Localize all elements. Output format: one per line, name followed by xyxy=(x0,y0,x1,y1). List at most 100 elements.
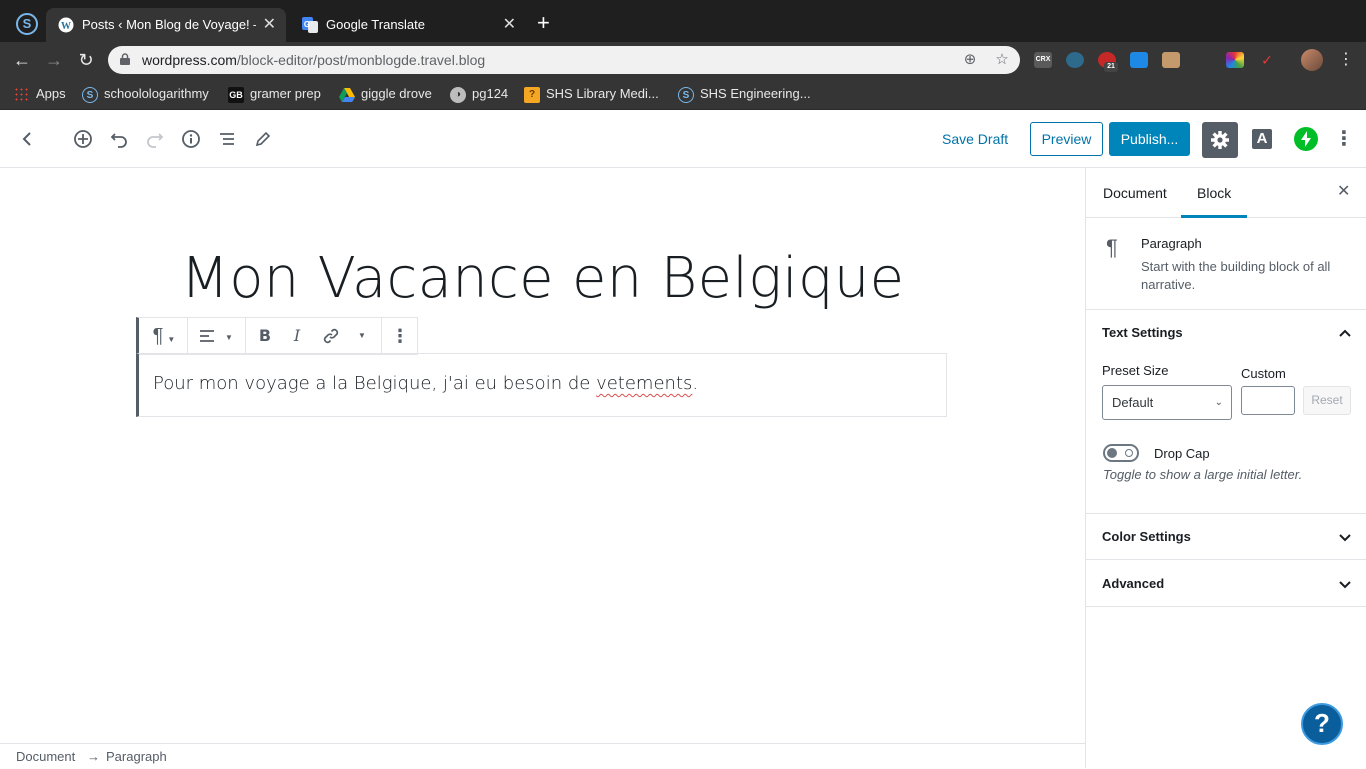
bookmark-giggle-drove[interactable]: giggle drove xyxy=(339,78,432,110)
chevron-down-icon xyxy=(1339,534,1351,542)
back-to-posts-icon[interactable] xyxy=(13,125,41,153)
check-extension-icon[interactable] xyxy=(1130,52,1148,68)
toolbar-divider xyxy=(245,318,246,354)
toolbar-divider xyxy=(381,318,382,354)
reset-button[interactable]: Reset xyxy=(1303,386,1351,415)
typography-a-button[interactable]: A xyxy=(1252,129,1272,149)
bookmark-gramer-prep[interactable]: GB gramer prep xyxy=(228,78,321,110)
add-block-icon[interactable] xyxy=(69,125,97,153)
breadcrumb-document[interactable]: Document xyxy=(16,744,75,769)
change-block-type-button[interactable]: ¶ ▼ xyxy=(145,318,183,354)
bookmark-shs-library[interactable]: ? SHS Library Medi... xyxy=(524,78,659,110)
caret-down-icon: ▼ xyxy=(225,333,233,342)
block-card-title: Paragraph xyxy=(1141,236,1202,251)
paragraph-icon: ¶ xyxy=(1106,235,1118,260)
close-tab-icon[interactable]: ✕ xyxy=(503,8,516,42)
more-rich-text-caret-icon[interactable]: ▼ xyxy=(351,318,373,354)
help-question-icon[interactable]: ? xyxy=(1301,703,1343,745)
profile-s-icon[interactable]: S xyxy=(16,13,38,35)
gb-logo-icon: GB xyxy=(228,86,244,103)
extension-badge: 21 xyxy=(1104,62,1118,72)
tab-block[interactable]: Block xyxy=(1181,168,1248,218)
more-options-icon[interactable]: ⋮ xyxy=(1334,128,1354,150)
save-draft-button[interactable]: Save Draft xyxy=(930,122,1020,156)
info-icon[interactable] xyxy=(177,125,205,153)
browser-menu-icon[interactable]: ⋮ xyxy=(1338,50,1354,70)
url-path: /block-editor/post/monblogde.travel.blog xyxy=(236,52,486,68)
apps-grid-icon xyxy=(14,86,30,103)
align-button[interactable]: ▼ xyxy=(191,318,241,354)
bookmark-pg124[interactable]: ◑ pg124 xyxy=(450,78,508,110)
custom-size-input[interactable] xyxy=(1241,386,1295,415)
text-settings-body: Preset Size Custom Default ⌄ Reset Drop … xyxy=(1086,356,1366,514)
color-settings-panel-toggle[interactable]: Color Settings xyxy=(1086,514,1366,560)
block-navigation-icon[interactable] xyxy=(213,125,241,153)
crx-extension-icon[interactable]: CRX xyxy=(1034,52,1052,68)
redo-icon[interactable] xyxy=(141,125,169,153)
box-extension-icon[interactable] xyxy=(1162,52,1180,68)
bookmark-label: pg124 xyxy=(472,86,509,101)
forward-icon[interactable]: → xyxy=(44,50,64,70)
bookmark-apps[interactable]: Apps xyxy=(14,78,66,110)
install-icon[interactable]: ⊕ xyxy=(961,51,979,69)
tab-wordpress-posts[interactable]: W Posts ‹ Mon Blog de Voyage! — WordPres… xyxy=(46,8,286,42)
bookmark-label: SHS Engineering... xyxy=(700,86,811,101)
bold-icon[interactable]: B xyxy=(251,318,279,354)
drop-cap-label[interactable]: Drop Cap xyxy=(1154,446,1210,461)
block-breadcrumb: Document → Paragraph xyxy=(0,743,1085,768)
tab-document[interactable]: Document xyxy=(1087,168,1183,218)
bookmark-star-icon[interactable]: ☆ xyxy=(993,51,1011,69)
publish-button[interactable]: Publish... xyxy=(1109,122,1190,156)
blank-extension-icon[interactable] xyxy=(1194,52,1212,68)
address-toolbar: ← → ↻ wordpress.com/block-editor/post/mo… xyxy=(0,42,1366,78)
chevron-down-icon: ⌄ xyxy=(1214,397,1223,408)
advanced-panel-toggle[interactable]: Advanced xyxy=(1086,561,1366,607)
paragraph-text[interactable]: Pour mon voyage a la Belgique, j'ai eu b… xyxy=(153,373,698,394)
undo-icon[interactable] xyxy=(105,125,133,153)
block-toolbar: ¶ ▼ ▼ B I ▼ ⋮ xyxy=(136,317,418,355)
paragraph-text-part: . xyxy=(692,373,699,394)
bookmark-label: giggle drove xyxy=(361,86,432,101)
edit-pencil-icon[interactable] xyxy=(249,125,277,153)
bookmark-label: SHS Library Medi... xyxy=(546,86,659,101)
panel-title: Color Settings xyxy=(1102,529,1191,544)
svg-text:W: W xyxy=(61,21,71,32)
drop-cap-toggle[interactable] xyxy=(1103,444,1139,462)
tab-google-translate[interactable]: G Google Translate ✕ xyxy=(290,8,526,42)
block-card-description: Start with the building block of all nar… xyxy=(1141,259,1331,292)
preview-button[interactable]: Preview xyxy=(1030,122,1103,156)
link-icon[interactable] xyxy=(317,318,345,354)
post-title[interactable]: Mon Vacance en Belgique xyxy=(0,243,1085,315)
jetpack-icon[interactable] xyxy=(1294,127,1318,151)
misspelled-word[interactable]: vetements xyxy=(596,373,692,394)
new-tab-icon[interactable]: + xyxy=(537,12,550,34)
preset-size-select[interactable]: Default ⌄ xyxy=(1102,385,1232,420)
svg-text:G: G xyxy=(304,20,310,29)
profile-avatar[interactable] xyxy=(1301,49,1323,71)
bookmark-shs-engineering[interactable]: S SHS Engineering... xyxy=(678,78,811,110)
block-more-options-icon[interactable]: ⋮ xyxy=(387,318,413,354)
breadcrumb-paragraph[interactable]: Paragraph xyxy=(106,744,167,769)
italic-icon[interactable]: I xyxy=(283,318,311,354)
caret-down-icon: ▼ xyxy=(167,335,176,344)
bookmark-schoolologarithmy[interactable]: Sschoolologarithmy xyxy=(82,78,209,110)
color-extension-icon[interactable] xyxy=(1226,52,1244,68)
url-bar[interactable]: wordpress.com/block-editor/post/monblogd… xyxy=(108,46,1020,74)
bookmarks-bar: Apps Sschoolologarithmy GB gramer prep gi… xyxy=(0,78,1366,110)
block-card: ¶ Paragraph Start with the building bloc… xyxy=(1086,218,1366,310)
chevron-up-icon xyxy=(1339,329,1351,337)
bookmark-label: schoolologarithmy xyxy=(104,86,209,101)
back-icon[interactable]: ← xyxy=(12,50,32,70)
close-tab-icon[interactable]: ✕ xyxy=(263,8,276,42)
reload-icon[interactable]: ↻ xyxy=(76,50,96,70)
text-settings-panel-toggle[interactable]: Text Settings xyxy=(1086,310,1366,356)
panel-title: Advanced xyxy=(1102,576,1165,591)
tab-title: Google Translate xyxy=(326,17,426,32)
paragraph-icon: ¶ xyxy=(152,325,164,347)
url-text: wordpress.com/block-editor/post/monblogd… xyxy=(142,46,485,74)
owl-extension-icon[interactable] xyxy=(1066,52,1084,68)
check-red-extension-icon[interactable]: ✓ xyxy=(1258,52,1276,68)
paragraph-block[interactable]: Pour mon voyage a la Belgique, j'ai eu b… xyxy=(136,353,947,417)
close-icon[interactable]: ✕ xyxy=(1337,184,1353,200)
settings-gear-button[interactable] xyxy=(1202,122,1238,158)
